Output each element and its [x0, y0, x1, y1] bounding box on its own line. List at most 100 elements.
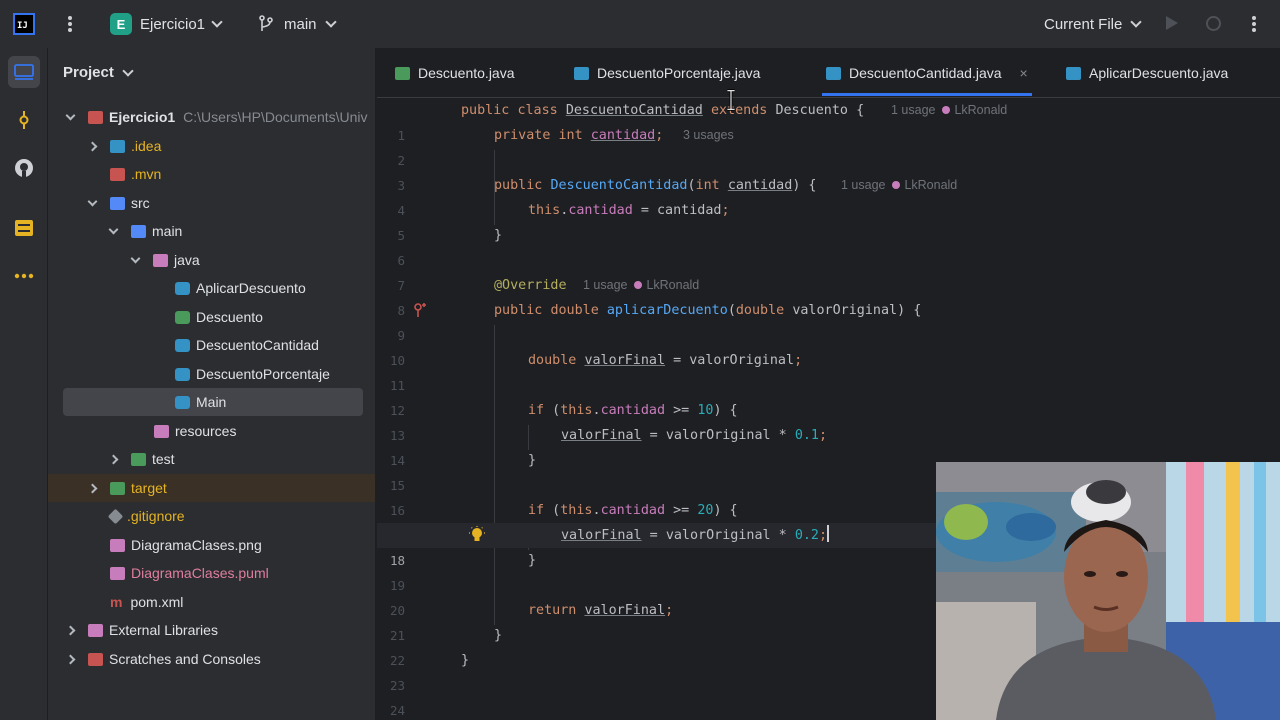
close-tab-icon[interactable]: × — [1020, 65, 1028, 81]
tree-item-resources[interactable]: resources — [48, 417, 375, 445]
tree-item-src[interactable]: src — [48, 189, 375, 217]
tree-item-main[interactable]: main — [48, 217, 375, 245]
tree-item-descuento[interactable]: Descuento — [48, 303, 375, 331]
run-icon[interactable] — [1166, 16, 1178, 30]
class-file-icon — [175, 338, 190, 352]
tree-item-label: .idea — [131, 138, 162, 154]
lightbulb-icon[interactable] — [469, 526, 485, 545]
override-method-icon[interactable] — [413, 302, 427, 318]
tree-item-label: src — [131, 195, 150, 211]
project-name: Ejercicio1 — [140, 15, 206, 33]
source-root-icon — [153, 253, 168, 267]
expand-arrow-icon[interactable] — [65, 110, 76, 120]
tree-item-descuentocantidad[interactable]: DescuentoCantidad — [48, 331, 375, 359]
tree-item-label: target — [131, 480, 167, 496]
debug-icon[interactable] — [1206, 16, 1221, 31]
commit-tool-icon[interactable] — [8, 104, 40, 136]
chevron-down-icon — [1130, 16, 1143, 28]
usage-hint[interactable]: 1 usage — [891, 103, 935, 117]
author-hint[interactable]: LkRonald — [904, 178, 957, 192]
code-line: 11 double valorFinal = valorOriginal; — [377, 348, 1280, 393]
class-file-icon — [175, 395, 190, 409]
tab-label: DescuentoPorcentaje.java — [597, 65, 761, 81]
usage-hint[interactable]: 1 usage — [583, 278, 627, 292]
title-bar: IJ E Ejercicio1 main Current File — [0, 0, 1280, 48]
tree-item-aplicardescuento[interactable]: AplicarDescuento — [48, 274, 375, 302]
collapse-arrow-icon[interactable] — [87, 483, 98, 493]
collapse-arrow-icon[interactable] — [108, 454, 119, 464]
scratches-icon — [88, 652, 103, 666]
collapse-arrow-icon[interactable] — [65, 625, 76, 635]
project-badge: E — [110, 13, 132, 35]
tree-item-diagrama-png[interactable]: DiagramaClases.png — [48, 531, 375, 559]
code-line: 8 @Override 1 usage LkRonald — [377, 273, 1280, 318]
git-file-icon — [107, 508, 124, 524]
run-config-label: Current File — [1044, 15, 1123, 33]
author-icon — [892, 181, 901, 189]
tree-item-label: main — [152, 223, 183, 239]
tree-item-test[interactable]: test — [48, 445, 375, 473]
tree-item-target[interactable]: target — [48, 474, 375, 502]
structure-tool-icon[interactable] — [8, 212, 40, 244]
collapse-arrow-icon[interactable] — [65, 654, 76, 664]
text-cursor-icon — [727, 89, 735, 111]
branch-switcher[interactable]: main — [258, 12, 337, 36]
github-icon[interactable] — [8, 152, 40, 184]
tree-item-main-class[interactable]: Main — [63, 388, 363, 416]
class-name[interactable]: DescuentoCantidad — [566, 103, 703, 118]
run-config-selector[interactable]: Current File — [1044, 12, 1143, 36]
project-switcher[interactable]: E Ejercicio1 — [110, 12, 223, 36]
webcam-image — [936, 462, 1280, 720]
author-hint[interactable]: LkRonald — [646, 278, 699, 292]
tree-item-mvn[interactable]: .mvn — [48, 160, 375, 188]
author-hint[interactable]: LkRonald — [954, 103, 1007, 117]
tree-item-scratches[interactable]: Scratches and Consoles — [48, 645, 375, 673]
webcam-overlay — [936, 462, 1280, 720]
tree-item-label: DescuentoCantidad — [196, 337, 319, 353]
code-line: 12 — [377, 373, 1280, 418]
tab-aplicardescuento[interactable]: AplicarDescuento.java — [1066, 48, 1228, 98]
tree-item-pom[interactable]: m pom.xml — [48, 588, 375, 616]
code-line: 13 if (this.cantidad >= 10) { — [377, 398, 1280, 443]
project-panel: Project Ejercicio1 C:\Users\HP\Documents… — [48, 48, 376, 720]
tree-item-gitignore[interactable]: .gitignore — [48, 502, 375, 530]
tree-item-label: DiagramaClases.png — [131, 537, 262, 553]
tab-label: DescuentoCantidad.java — [849, 65, 1002, 81]
tree-item-diagrama-puml[interactable]: DiagramaClases.puml — [48, 559, 375, 587]
git-branch-icon — [259, 15, 273, 31]
branch-name: main — [284, 15, 317, 33]
more-actions-icon[interactable] — [1250, 12, 1258, 36]
code-line: 2 private int cantidad; 3 usages — [377, 123, 1280, 168]
expand-arrow-icon[interactable] — [87, 196, 98, 206]
tab-descuentocantidad[interactable]: DescuentoCantidad.java × — [822, 48, 1032, 98]
tab-descuento[interactable]: Descuento.java — [395, 48, 515, 98]
line-number: 24 — [389, 703, 405, 718]
folder-icon — [131, 224, 146, 238]
collapse-arrow-icon[interactable] — [87, 141, 98, 151]
tree-item-label: DiagramaClases.puml — [131, 565, 269, 581]
app-logo-icon[interactable]: IJ — [13, 13, 35, 35]
main-menu-icon[interactable] — [66, 12, 74, 36]
code-line: 9 public double aplicarDecuento(double v… — [377, 298, 1280, 343]
code-line: 3 — [377, 148, 1280, 193]
tree-item-idea[interactable]: .idea — [48, 132, 375, 160]
tree-item-descuentoporcentaje[interactable]: DescuentoPorcentaje — [48, 360, 375, 388]
tree-item-external-libraries[interactable]: External Libraries — [48, 616, 375, 644]
tree-item-label: .mvn — [131, 166, 162, 182]
excluded-folder-icon — [110, 481, 125, 495]
project-tool-icon[interactable] — [8, 56, 40, 88]
tree-item-ejercicio1[interactable]: Ejercicio1 C:\Users\HP\Documents\Univ — [48, 103, 375, 131]
more-tools-icon[interactable] — [8, 260, 40, 292]
project-panel-header[interactable]: Project — [63, 64, 134, 81]
code-line: 6 } — [377, 223, 1280, 268]
class-file-icon — [175, 367, 190, 381]
usage-hint[interactable]: 1 usage — [841, 178, 885, 192]
expand-arrow-icon[interactable] — [108, 224, 119, 234]
tool-window-strip — [0, 48, 48, 720]
expand-arrow-icon[interactable] — [130, 253, 141, 263]
tree-item-label: resources — [175, 423, 237, 439]
usage-hint[interactable]: 3 usages — [683, 128, 734, 142]
tree-item-java[interactable]: java — [48, 246, 375, 274]
tree-item-label: .gitignore — [127, 508, 185, 524]
tree-item-label: Scratches and Consoles — [109, 651, 261, 667]
